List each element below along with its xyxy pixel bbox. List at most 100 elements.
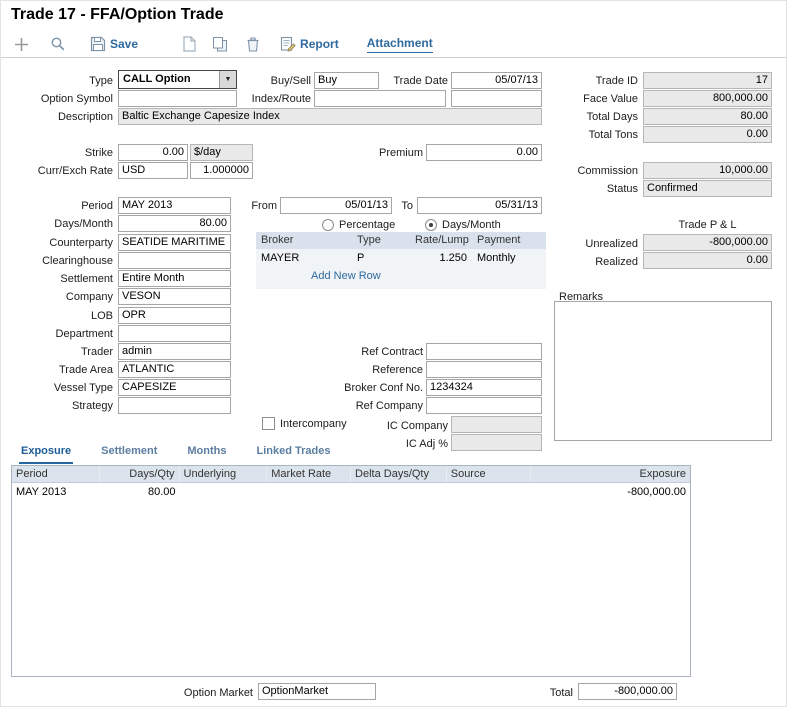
trade-date-input[interactable]: 05/07/13 bbox=[451, 72, 542, 89]
trader-input[interactable]: admin bbox=[118, 343, 231, 360]
exposure-grid: Period Days/Qty Underlying Market Rate D… bbox=[11, 465, 691, 677]
ref-company-input[interactable] bbox=[426, 397, 542, 414]
realized-field: 0.00 bbox=[643, 252, 772, 269]
days-month-label: Days/Month bbox=[3, 216, 113, 232]
total-days-label: Total Days bbox=[548, 109, 638, 125]
period-cell: MAY 2013 bbox=[12, 483, 100, 501]
total-label: Total bbox=[529, 685, 573, 701]
strategy-label: Strategy bbox=[3, 398, 113, 414]
total-field: -800,000.00 bbox=[578, 683, 677, 700]
buy-sell-input[interactable]: Buy bbox=[314, 72, 379, 89]
strike-input[interactable]: 0.00 bbox=[118, 144, 188, 161]
unrealized-label: Unrealized bbox=[548, 236, 638, 252]
add-new-row-link[interactable]: Add New Row bbox=[311, 270, 381, 282]
delta-days-qty-col-header: Delta Days/Qty bbox=[351, 466, 447, 482]
trash-icon bbox=[246, 36, 260, 52]
trade-id-field: 17 bbox=[643, 72, 772, 89]
ic-company-field bbox=[451, 416, 542, 433]
from-label: From bbox=[241, 198, 277, 214]
strike-label: Strike bbox=[3, 145, 113, 161]
trade-pnl-header: Trade P & L bbox=[643, 217, 772, 233]
period-input[interactable]: MAY 2013 bbox=[118, 197, 231, 214]
radio-checked-icon bbox=[425, 219, 437, 231]
underlying-col-header: Underlying bbox=[180, 466, 268, 482]
department-input[interactable] bbox=[118, 325, 231, 342]
bottom-tabs: Exposure Settlement Months Linked Trades bbox=[19, 445, 332, 464]
index-route-input-2[interactable] bbox=[451, 90, 542, 107]
chevron-down-icon[interactable]: ▼ bbox=[219, 71, 236, 88]
tab-settlement[interactable]: Settlement bbox=[99, 445, 159, 464]
new-button[interactable] bbox=[7, 33, 36, 56]
index-route-input-1[interactable] bbox=[314, 90, 446, 107]
reference-input[interactable] bbox=[426, 361, 542, 378]
delete-button[interactable] bbox=[240, 33, 266, 56]
intercompany-label: Intercompany bbox=[280, 418, 347, 430]
search-icon bbox=[50, 36, 66, 52]
save-label: Save bbox=[110, 37, 138, 51]
currency-input[interactable]: USD bbox=[118, 162, 188, 179]
index-route-label: Index/Route bbox=[241, 91, 311, 107]
broker-payment-cell: Monthly bbox=[472, 249, 546, 268]
report-label: Report bbox=[300, 37, 339, 51]
company-label: Company bbox=[3, 289, 113, 305]
attachment-button[interactable]: Attachment bbox=[361, 33, 439, 56]
broker-conf-no-input[interactable]: 1234324 bbox=[426, 379, 542, 396]
to-input[interactable]: 05/31/13 bbox=[417, 197, 542, 214]
exposure-grid-header: Period Days/Qty Underlying Market Rate D… bbox=[12, 466, 690, 483]
save-button[interactable]: Save bbox=[84, 33, 144, 56]
settlement-input[interactable]: Entire Month bbox=[118, 270, 231, 287]
ref-company-label: Ref Company bbox=[341, 398, 423, 414]
percentage-radio-label: Percentage bbox=[339, 219, 395, 231]
trade-area-input[interactable]: ATLANTIC bbox=[118, 361, 231, 378]
commission-field: 10,000.00 bbox=[643, 162, 772, 179]
copy-icon bbox=[212, 36, 228, 52]
table-row[interactable]: MAY 2013 80.00 -800,000.00 bbox=[12, 483, 690, 501]
total-tons-label: Total Tons bbox=[548, 127, 638, 143]
days-month-radio[interactable]: Days/Month bbox=[425, 217, 501, 232]
percentage-radio[interactable]: Percentage bbox=[322, 217, 395, 232]
option-market-input[interactable]: OptionMarket bbox=[258, 683, 376, 700]
delta-days-qty-cell bbox=[351, 483, 447, 501]
strategy-input[interactable] bbox=[118, 397, 231, 414]
period-col-header: Period bbox=[12, 466, 100, 482]
type-select[interactable]: CALL Option ▼ bbox=[118, 70, 237, 89]
realized-label: Realized bbox=[548, 254, 638, 270]
duplicate-button[interactable] bbox=[206, 33, 234, 56]
intercompany-checkbox[interactable]: Intercompany bbox=[262, 416, 347, 431]
copy-document-button[interactable] bbox=[176, 33, 202, 56]
broker-rate-cell: 1.250 bbox=[410, 249, 472, 268]
search-button[interactable] bbox=[44, 33, 72, 56]
save-icon bbox=[90, 36, 106, 52]
option-symbol-input[interactable] bbox=[118, 90, 237, 107]
exch-rate-input[interactable]: 1.000000 bbox=[190, 162, 253, 179]
market-rate-col-header: Market Rate bbox=[267, 466, 351, 482]
ic-company-label: IC Company bbox=[361, 418, 448, 434]
option-market-label: Option Market bbox=[151, 685, 253, 701]
clearinghouse-input[interactable] bbox=[118, 252, 231, 269]
vessel-type-input[interactable]: CAPESIZE bbox=[118, 379, 231, 396]
report-button[interactable]: Report bbox=[274, 33, 345, 56]
days-qty-cell: 80.00 bbox=[100, 483, 180, 501]
days-month-input[interactable]: 80.00 bbox=[118, 215, 231, 232]
broker-row[interactable]: MAYER P 1.250 Monthly bbox=[256, 249, 546, 268]
ref-contract-input[interactable] bbox=[426, 343, 542, 360]
remarks-textarea[interactable] bbox=[554, 301, 772, 441]
trade-window: Trade 17 - FFA/Option Trade Save bbox=[0, 0, 787, 707]
plus-icon bbox=[13, 36, 30, 53]
trade-id-label: Trade ID bbox=[548, 73, 638, 89]
tab-exposure[interactable]: Exposure bbox=[19, 445, 73, 464]
lob-input[interactable]: OPR bbox=[118, 307, 231, 324]
from-input[interactable]: 05/01/13 bbox=[280, 197, 392, 214]
broker-col-header: Broker bbox=[256, 232, 352, 249]
market-rate-cell bbox=[267, 483, 351, 501]
to-label: To bbox=[393, 198, 413, 214]
broker-type-cell: P bbox=[352, 249, 410, 268]
type-label: Type bbox=[3, 73, 113, 89]
company-input[interactable]: VESON bbox=[118, 288, 231, 305]
ic-adj-label: IC Adj % bbox=[361, 436, 448, 452]
counterparty-input[interactable]: SEATIDE MARITIME bbox=[118, 234, 231, 251]
premium-input[interactable]: 0.00 bbox=[426, 144, 542, 161]
buy-sell-label: Buy/Sell bbox=[241, 73, 311, 89]
tab-months[interactable]: Months bbox=[185, 445, 228, 464]
tab-linked-trades[interactable]: Linked Trades bbox=[255, 445, 333, 464]
